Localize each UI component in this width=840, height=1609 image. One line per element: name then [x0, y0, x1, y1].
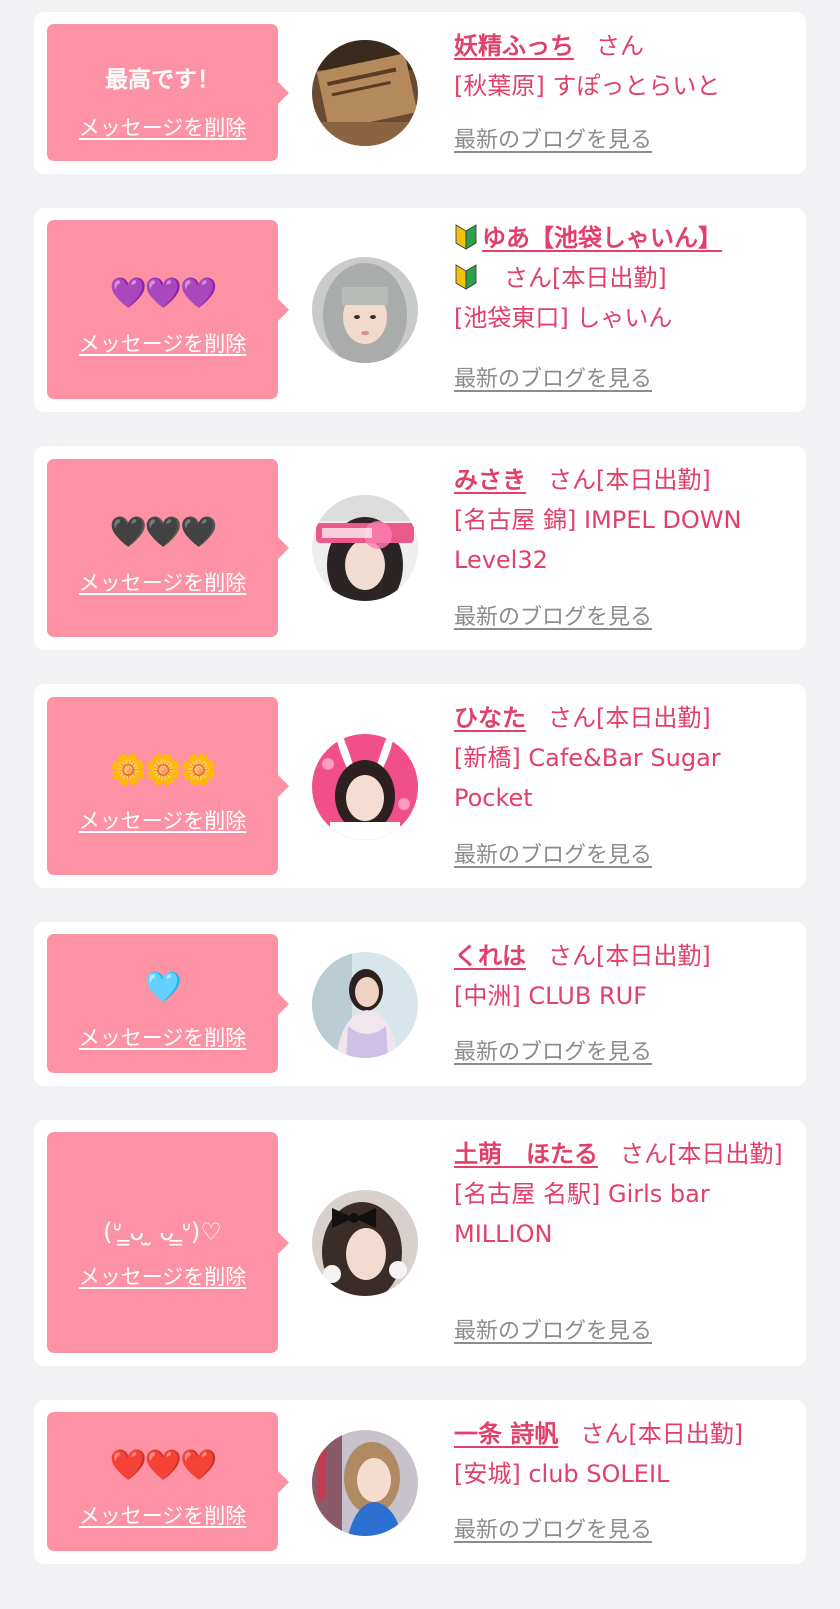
shop-text: [名古屋 錦] IMPEL DOWN Level32: [454, 506, 742, 574]
beginner-mark-icon: [455, 264, 477, 290]
san-suffix: さん: [620, 1140, 668, 1168]
message-text: 💜💜💜: [109, 276, 217, 311]
shop-text: [名古屋 名駅] Girls bar MILLION: [454, 1180, 710, 1248]
girl-name-link[interactable]: みさき: [454, 466, 526, 494]
san-suffix: さん: [548, 466, 596, 494]
san-suffix: さん: [548, 942, 596, 970]
girl-info: 土萌 ほたる さん[本日出勤] [名古屋 名駅] Girls bar MILLIO…: [454, 1134, 794, 1254]
san-suffix: さん: [596, 32, 644, 60]
girl-name-link[interactable]: ひなた: [454, 704, 526, 732]
san-suffix: さん: [580, 1420, 629, 1448]
girl-info: 一条 詩帆 さん[本日出勤] [安城] club SOLEIL: [454, 1414, 794, 1494]
girl-name-link[interactable]: 妖精ふっち: [454, 32, 574, 60]
latest-blog-link[interactable]: 最新のブログを見る: [454, 603, 652, 633]
message-bubble: 🖤🖤🖤 メッセージを削除: [47, 459, 289, 637]
delete-message-link[interactable]: メッセージを削除: [47, 1263, 278, 1291]
girl-info: みさき さん[本日出勤] [名古屋 錦] IMPEL DOWN Level32: [454, 460, 794, 580]
latest-blog-link[interactable]: 最新のブログを見る: [454, 1038, 652, 1068]
latest-blog-link[interactable]: 最新のブログを見る: [454, 1317, 652, 1347]
avatar[interactable]: [312, 1430, 418, 1536]
bunny-ears-girl-avatar: [312, 734, 418, 840]
message-bubble: 🌼🌼🌼 メッセージを削除: [47, 697, 289, 875]
status-line: さん[本日出勤]: [454, 258, 794, 298]
message-text: 🖤🖤🖤: [109, 515, 217, 550]
avatar[interactable]: [312, 495, 418, 601]
girl-info: くれは さん[本日出勤] [中洲] CLUB RUF: [454, 936, 794, 1016]
avatar[interactable]: [312, 257, 418, 363]
silver-hair-girl-avatar: [312, 257, 418, 363]
beginner-mark-icon: [455, 224, 477, 250]
girl-name-link[interactable]: くれは: [454, 942, 526, 970]
message-bubble: 💜💜💜 メッセージを削除: [47, 220, 289, 399]
latest-blog-link[interactable]: 最新のブログを見る: [454, 365, 652, 395]
message-bubble: 🩵 メッセージを削除: [47, 934, 289, 1073]
delete-message-link[interactable]: メッセージを削除: [47, 114, 278, 142]
delete-message-link[interactable]: メッセージを削除: [47, 569, 278, 597]
status-text: [本日出勤]: [596, 466, 711, 494]
girl-name-link[interactable]: 土萌 ほたる: [454, 1140, 598, 1168]
san-suffix: さん: [504, 264, 552, 292]
status-text: [本日出勤]: [552, 264, 667, 292]
girl-name-link[interactable]: ゆあ【池袋しゃいん】: [482, 224, 722, 252]
avatar[interactable]: [312, 40, 418, 146]
girl-info: ゆあ【池袋しゃいん】 さん[本日出勤] [池袋東口] しゃいん: [454, 218, 794, 338]
shop-text: [中洲] CLUB RUF: [454, 982, 647, 1010]
dark-hair-girl-avatar: [312, 495, 418, 601]
status-text: [本日出勤]: [628, 1420, 744, 1448]
status-text: [本日出勤]: [596, 942, 711, 970]
message-list: 最高です！ メッセージを削除 妖精ふっち さん [秋葉原] すぽっとらいと 最新の…: [0, 0, 840, 1609]
girl-name-link[interactable]: 一条 詩帆: [454, 1420, 558, 1448]
latest-blog-link[interactable]: 最新のブログを見る: [454, 841, 652, 871]
message-card: 💜💜💜 メッセージを削除 ゆあ【池袋しゃいん】 さん[本日出勤] [池袋東口] …: [34, 208, 806, 412]
avatar[interactable]: [312, 952, 418, 1058]
message-text: ❤️❤️❤️: [109, 1448, 217, 1483]
san-suffix: さん: [548, 704, 596, 732]
avatar[interactable]: [312, 734, 418, 840]
message-card: 最高です！ メッセージを削除 妖精ふっち さん [秋葉原] すぽっとらいと 最新の…: [34, 12, 806, 174]
message-card: (ᐡ ̳ᴗ ̫ ᴗ ̳ᐡ)♡ メッセージを削除 土萌 ほたる さん[本日出勤] […: [34, 1120, 806, 1366]
message-text: (ᐡ ̳ᴗ ̫ ᴗ ̳ᐡ)♡: [103, 1218, 222, 1246]
message-bubble: ❤️❤️❤️ メッセージを削除: [47, 1412, 289, 1551]
avatar[interactable]: [312, 1190, 418, 1296]
latest-blog-link[interactable]: 最新のブログを見る: [454, 126, 652, 156]
message-text: 最高です！: [105, 67, 220, 93]
wood-sign-photo-avatar: [312, 40, 418, 146]
message-card: ❤️❤️❤️ メッセージを削除 一条 詩帆 さん[本日出勤] [安城] club …: [34, 1400, 806, 1564]
message-card: 🩵 メッセージを削除 くれは さん[本日出勤] [中洲] CLUB RUF 最新の…: [34, 922, 806, 1086]
shop-text: [秋葉原] すぽっとらいと: [454, 72, 721, 100]
girl-info: ひなた さん[本日出勤] [新橋] Cafe&Bar Sugar Pocket: [454, 698, 794, 818]
message-card: 🖤🖤🖤 メッセージを削除 みさき さん[本日出勤] [名古屋 錦] IMPEL D…: [34, 446, 806, 650]
message-bubble: (ᐡ ̳ᴗ ̫ ᴗ ̳ᐡ)♡ メッセージを削除: [47, 1132, 289, 1353]
delete-message-link[interactable]: メッセージを削除: [47, 1502, 278, 1530]
message-card: 🌼🌼🌼 メッセージを削除 ひなた さん[本日出勤] [新橋] Cafe&Bar S…: [34, 684, 806, 888]
latest-blog-link[interactable]: 最新のブログを見る: [454, 1516, 652, 1546]
message-text: 🩵: [144, 970, 182, 1005]
shop-text: [池袋東口] しゃいん: [454, 304, 673, 332]
blonde-girl-avatar: [312, 1430, 418, 1536]
delete-message-link[interactable]: メッセージを削除: [47, 1024, 278, 1052]
shop-text: [安城] club SOLEIL: [454, 1460, 670, 1488]
status-text: [本日出勤]: [668, 1140, 783, 1168]
shop-text: [新橋] Cafe&Bar Sugar Pocket: [454, 744, 721, 812]
status-text: [本日出勤]: [596, 704, 711, 732]
message-bubble: 最高です！ メッセージを削除: [47, 24, 289, 161]
outdoor-girl-avatar: [312, 952, 418, 1058]
message-text: 🌼🌼🌼: [109, 753, 217, 788]
delete-message-link[interactable]: メッセージを削除: [47, 330, 278, 358]
black-bow-girl-avatar: [312, 1190, 418, 1296]
girl-info: 妖精ふっち さん [秋葉原] すぽっとらいと: [454, 26, 794, 106]
delete-message-link[interactable]: メッセージを削除: [47, 807, 278, 835]
